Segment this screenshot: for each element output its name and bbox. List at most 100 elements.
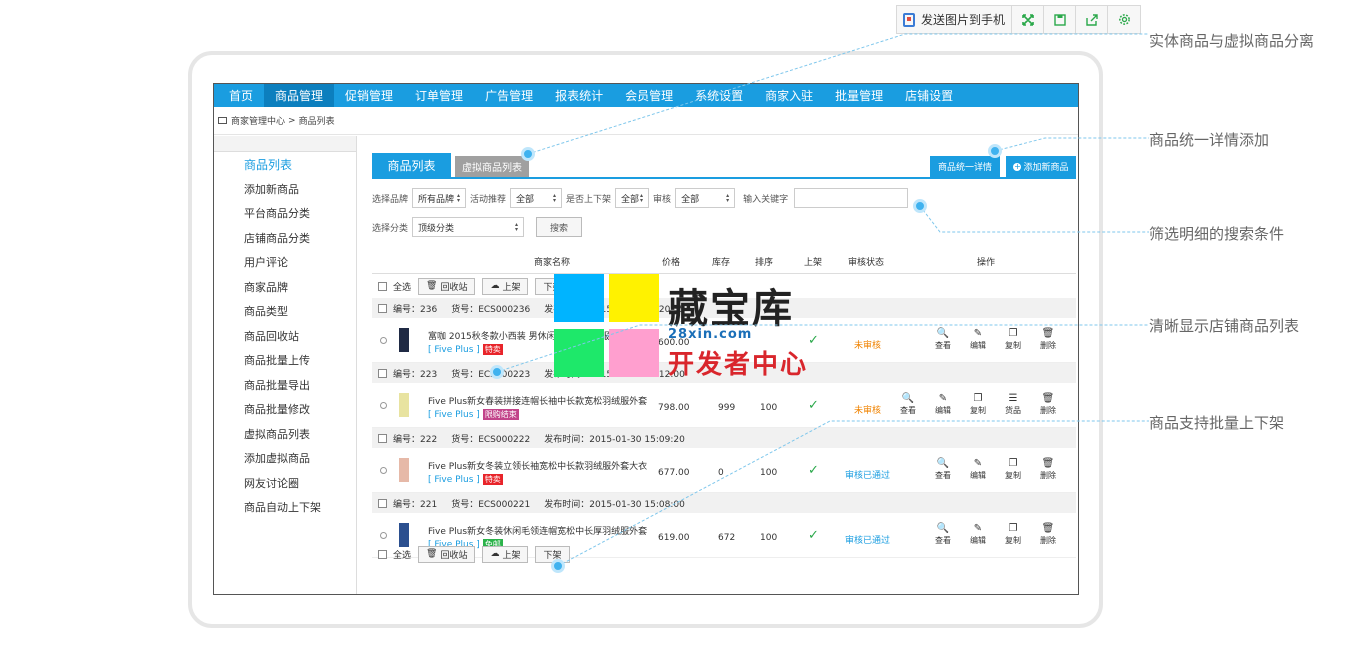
annotation-list: 清晰显示店铺商品列表	[1149, 317, 1300, 335]
breadcrumb-home[interactable]: 商家管理中心	[231, 114, 285, 127]
settings-button[interactable]	[1108, 6, 1140, 33]
review-filter-label: 审核	[653, 194, 672, 205]
col-ops: 操作	[977, 258, 996, 268]
category-filter-label: 选择分类	[372, 223, 409, 234]
keyword-input[interactable]	[794, 188, 909, 208]
select-all-checkbox[interactable]	[378, 281, 387, 291]
add-product-button[interactable]: + 添加新商品	[1006, 156, 1076, 177]
op-icon: 🔍	[936, 328, 950, 339]
category-select[interactable]: 顶级分类	[412, 217, 525, 237]
onsale-select[interactable]: 全部	[615, 188, 650, 208]
sidebar-item-11[interactable]: 虚拟商品列表	[214, 422, 356, 447]
product-name[interactable]: Five Plus新女冬装休闲毛领连帽宽松中长厚羽绒服外套...	[428, 524, 648, 537]
onsale-check-icon[interactable]: ✓	[808, 398, 819, 413]
review-select[interactable]: 全部	[675, 188, 736, 208]
sidebar-item-10[interactable]: 商品批量修改	[214, 397, 356, 422]
recycle-button-bottom[interactable]: 🗑 回收站	[418, 545, 476, 563]
nav-item-0[interactable]: 首页	[218, 84, 264, 107]
row-radio[interactable]	[380, 532, 387, 539]
sidebar-item-2[interactable]: 平台商品分类	[214, 201, 356, 226]
op-button[interactable]: ✎ 编辑	[967, 328, 989, 351]
save-button[interactable]	[1044, 6, 1077, 33]
share-button[interactable]	[1076, 6, 1109, 33]
tab-product-list[interactable]: 商品列表	[372, 153, 451, 177]
op-button[interactable]: 🗑 删除	[1037, 458, 1059, 481]
sidebar-item-8[interactable]: 商品批量上传	[214, 348, 356, 373]
onsale-check-icon[interactable]: ✓	[808, 463, 819, 478]
op-button[interactable]: ✎ 编辑	[932, 393, 954, 416]
product-id: 编号：221	[393, 499, 438, 510]
row-checkbox[interactable]	[378, 433, 387, 443]
promo-filter-label: 活动推荐	[470, 194, 507, 205]
op-label: 删除	[1040, 471, 1056, 480]
op-label: 编辑	[970, 341, 986, 350]
settings-icon	[1118, 14, 1130, 25]
breadcrumb: 商家管理中心 > 商品列表	[214, 107, 1078, 135]
product-name[interactable]: Five Plus新女冬装立领长袖宽松中长款羽绒服外套大衣...	[428, 459, 648, 472]
onsale-check-icon[interactable]: ✓	[808, 528, 819, 543]
trash-icon: 🗑	[426, 549, 438, 559]
sidebar-item-7[interactable]: 商品回收站	[214, 324, 356, 349]
nav-item-7[interactable]: 系统设置	[684, 84, 754, 107]
op-button[interactable]: 🗑 删除	[1037, 328, 1059, 351]
sidebar-item-5[interactable]: 商家品牌	[214, 275, 356, 300]
review-status: 未审核	[854, 406, 882, 416]
sidebar-item-1[interactable]: 添加新商品	[214, 177, 356, 202]
sidebar-item-14[interactable]: 商品自动上下架	[214, 495, 356, 520]
op-button[interactable]: 🔍 查看	[897, 393, 919, 416]
recycle-button[interactable]: 🗑 回收站	[418, 277, 476, 295]
brand-select[interactable]: 所有品牌	[412, 188, 467, 208]
row-radio[interactable]	[380, 337, 387, 344]
op-button[interactable]: ❐ 复制	[967, 393, 989, 416]
sidebar-item-4[interactable]: 用户评论	[214, 250, 356, 275]
op-label: 复制	[1005, 341, 1021, 350]
nav-item-3[interactable]: 订单管理	[404, 84, 474, 107]
op-button[interactable]: ❐ 复制	[1002, 458, 1024, 481]
sidebar-item-12[interactable]: 添加虚拟商品	[214, 446, 356, 471]
search-button[interactable]: 搜索	[536, 217, 583, 237]
row-checkbox[interactable]	[378, 303, 387, 313]
main-nav: 首页 商品管理 促销管理 订单管理 广告管理 报表统计 会员管理 系统设置 商家入驻 批量管理 店铺…	[214, 84, 1078, 107]
op-button[interactable]: ☰ 货品	[1002, 393, 1024, 416]
watermark-subtitle: 开发者中心	[668, 350, 809, 380]
group-header: 编号：221 货号：ECS000221 发布时间：2015-01-30 15:08:…	[372, 493, 1076, 513]
sidebar-item-9[interactable]: 商品批量导出	[214, 373, 356, 398]
sidebar-item-3[interactable]: 店铺商品分类	[214, 226, 356, 251]
promo-select[interactable]: 全部	[510, 188, 563, 208]
cloud-up-icon: ☁	[490, 281, 500, 291]
product-sn: 货号：ECS000222	[451, 434, 531, 445]
op-button[interactable]: 🔍 查看	[932, 458, 954, 481]
sidebar-item-13[interactable]: 网友讨论圈	[214, 471, 356, 496]
nav-item-8[interactable]: 商家入驻	[754, 84, 824, 107]
send-to-phone-button[interactable]: 发送图片到手机	[897, 6, 1013, 33]
put-on-sale-button-bottom[interactable]: ☁ 上架	[482, 545, 529, 563]
op-icon: 🗑	[1041, 458, 1055, 469]
tab-virtual-products[interactable]: 虚拟商品列表	[455, 156, 529, 177]
sidebar-item-0[interactable]: 商品列表	[214, 152, 356, 177]
product-name[interactable]: Five Plus新女春装拼接连帽长袖中长款宽松羽绒服外套...	[428, 394, 648, 407]
op-button[interactable]: 🔍 查看	[932, 328, 954, 351]
product-brand: [ Five Plus ] 特卖	[428, 474, 503, 485]
unified-details-button[interactable]: 商品统一详情	[930, 156, 1000, 177]
op-button[interactable]: ✎ 编辑	[967, 458, 989, 481]
row-radio[interactable]	[380, 402, 387, 409]
row-radio[interactable]	[380, 467, 387, 474]
put-on-sale-button[interactable]: ☁ 上架	[482, 277, 529, 295]
op-button[interactable]: ❐ 复制	[1002, 328, 1024, 351]
op-button[interactable]: 🗑 删除	[1037, 393, 1059, 416]
filter-row-2: 选择分类 顶级分类 搜索	[372, 217, 583, 237]
nav-item-10[interactable]: 店铺设置	[894, 84, 964, 107]
nav-item-6[interactable]: 会员管理	[614, 84, 684, 107]
row-checkbox[interactable]	[378, 368, 387, 378]
nav-item-5[interactable]: 报表统计	[544, 84, 614, 107]
select-all-checkbox-bottom[interactable]	[378, 549, 387, 559]
nav-item-9[interactable]: 批量管理	[824, 84, 894, 107]
op-label: 查看	[935, 341, 951, 350]
product-badge: 特卖	[482, 474, 503, 485]
nav-item-4[interactable]: 广告管理	[474, 84, 544, 107]
nav-item-2[interactable]: 促销管理	[334, 84, 404, 107]
row-checkbox[interactable]	[378, 498, 387, 508]
fullscreen-button[interactable]	[1012, 6, 1045, 33]
nav-item-1[interactable]: 商品管理	[264, 84, 335, 107]
sidebar-item-6[interactable]: 商品类型	[214, 299, 356, 324]
